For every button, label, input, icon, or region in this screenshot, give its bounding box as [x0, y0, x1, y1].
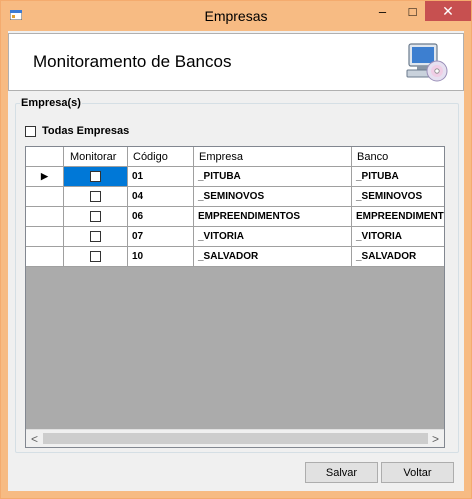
column-header-monitorar[interactable]: Monitorar [64, 147, 128, 167]
checkbox-icon[interactable] [90, 251, 101, 262]
select-all-checkbox[interactable]: Todas Empresas [25, 125, 129, 137]
table-row[interactable]: ▶ 01 _PITUBA _PITUBA [26, 167, 444, 187]
banco-cell[interactable]: _SALVADOR [352, 247, 444, 267]
scroll-right-icon[interactable]: > [427, 430, 444, 447]
monitorar-cell[interactable] [64, 167, 128, 187]
save-button[interactable]: Salvar [305, 462, 378, 483]
title-bar[interactable]: Empresas – □ ✕ [1, 1, 471, 31]
banco-cell[interactable]: EMPREENDIMENTOS [352, 207, 444, 227]
table-row[interactable]: 07 _VITORIA _VITORIA [26, 227, 444, 247]
row-header[interactable]: ▶ [26, 167, 64, 187]
column-header-banco[interactable]: Banco [352, 147, 444, 167]
banco-cell[interactable]: _PITUBA [352, 167, 444, 187]
group-legend: Empresa(s) [20, 97, 82, 109]
checkbox-icon[interactable] [90, 191, 101, 202]
codigo-cell[interactable]: 07 [128, 227, 194, 247]
table-row[interactable]: 06 EMPREENDIMENTOS EMPREENDIMENTOS [26, 207, 444, 227]
monitorar-cell[interactable] [64, 207, 128, 227]
checkbox-icon[interactable] [90, 171, 101, 182]
close-button[interactable]: ✕ [425, 1, 471, 21]
row-header[interactable] [26, 227, 64, 247]
empresa-cell[interactable]: _SALVADOR [194, 247, 352, 267]
codigo-cell[interactable]: 04 [128, 187, 194, 207]
codigo-cell[interactable]: 01 [128, 167, 194, 187]
checkbox-icon[interactable] [25, 125, 36, 137]
table-row[interactable]: 04 _SEMINOVOS _SEMINOVOS [26, 187, 444, 207]
monitorar-cell[interactable] [64, 187, 128, 207]
client-area: Monitoramento de Bancos Empresa(s) Todas… [8, 31, 464, 491]
table-row[interactable]: 10 _SALVADOR _SALVADOR [26, 247, 444, 267]
window: Empresas – □ ✕ Monitoramento de Bancos E… [0, 0, 472, 499]
codigo-cell[interactable]: 06 [128, 207, 194, 227]
banco-cell[interactable]: _VITORIA [352, 227, 444, 247]
empresas-grid[interactable]: Monitorar Código Empresa Banco ▶ 01 _PIT… [25, 146, 445, 448]
horizontal-scrollbar[interactable]: < > [26, 429, 444, 447]
codigo-cell[interactable]: 10 [128, 247, 194, 267]
row-header[interactable] [26, 187, 64, 207]
back-button[interactable]: Voltar [381, 462, 454, 483]
page-title: Monitoramento de Bancos [33, 52, 232, 71]
current-row-icon: ▶ [41, 171, 48, 181]
monitorar-cell[interactable] [64, 247, 128, 267]
column-header-empresa[interactable]: Empresa [194, 147, 352, 167]
scroll-left-icon[interactable]: < [26, 430, 43, 447]
empresa-cell[interactable]: EMPREENDIMENTOS [194, 207, 352, 227]
row-header[interactable] [26, 247, 64, 267]
computer-cd-icon [406, 43, 448, 82]
grid-header: Monitorar Código Empresa Banco [26, 147, 444, 167]
empresa-cell[interactable]: _PITUBA [194, 167, 352, 187]
checkbox-icon[interactable] [90, 211, 101, 222]
select-all-label: Todas Empresas [42, 125, 130, 137]
row-header[interactable] [26, 207, 64, 227]
checkbox-icon[interactable] [90, 231, 101, 242]
scrollbar-thumb[interactable] [43, 433, 428, 444]
maximize-button[interactable]: □ [399, 1, 426, 21]
banco-cell[interactable]: _SEMINOVOS [352, 187, 444, 207]
column-header-codigo[interactable]: Código [128, 147, 194, 167]
row-header-corner[interactable] [26, 147, 64, 167]
header-panel: Monitoramento de Bancos [8, 33, 464, 91]
monitorar-cell[interactable] [64, 227, 128, 247]
minimize-button[interactable]: – [369, 1, 396, 21]
empresa-cell[interactable]: _SEMINOVOS [194, 187, 352, 207]
empresa-cell[interactable]: _VITORIA [194, 227, 352, 247]
